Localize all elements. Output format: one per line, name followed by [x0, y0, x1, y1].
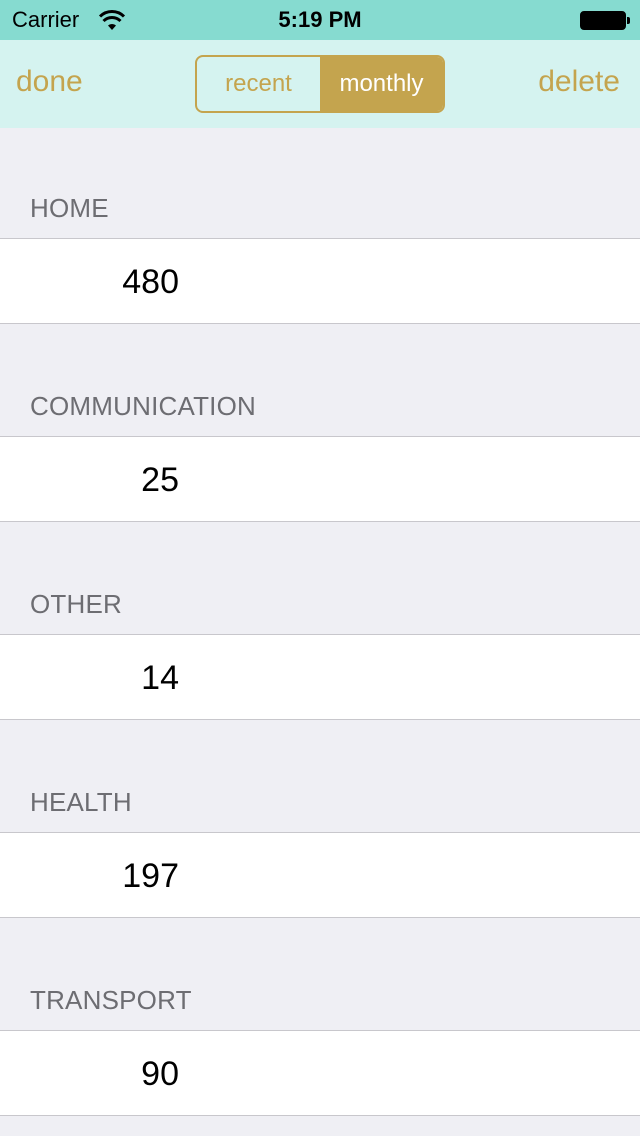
- status-time: 5:19 PM: [278, 7, 362, 32]
- table-row[interactable]: 25: [0, 436, 640, 522]
- section-health: HEALTH 197: [0, 720, 640, 918]
- segment-recent[interactable]: recent: [197, 57, 320, 111]
- section-transport: TRANSPORT 90: [0, 918, 640, 1116]
- section-communication: COMMUNICATION 25: [0, 324, 640, 522]
- section-title: HEALTH: [30, 787, 132, 817]
- section-title: COMMUNICATION: [30, 391, 256, 421]
- table-row[interactable]: 480: [0, 238, 640, 324]
- battery-nub: [627, 17, 630, 24]
- section-header: HEALTH: [0, 720, 640, 832]
- table-row[interactable]: 197: [0, 832, 640, 918]
- done-button[interactable]: done: [16, 65, 83, 99]
- section-home: HOME 480: [0, 128, 640, 324]
- row-value: 14: [141, 659, 179, 697]
- section-title: HOME: [30, 193, 109, 223]
- section-header: COMMUNICATION: [0, 324, 640, 436]
- status-bar: Carrier 5:19 PM: [0, 0, 640, 40]
- segment-monthly[interactable]: monthly: [320, 57, 443, 111]
- section-other: OTHER 14: [0, 522, 640, 720]
- section-title: TRANSPORT: [30, 985, 192, 1015]
- nav-bar: done recent monthly delete: [0, 40, 640, 128]
- section-header: TRANSPORT: [0, 918, 640, 1030]
- section-header: OTHER: [0, 522, 640, 634]
- row-value: 480: [122, 263, 179, 301]
- section-title: OTHER: [30, 589, 122, 619]
- delete-button[interactable]: delete: [538, 65, 620, 99]
- row-value: 90: [141, 1055, 179, 1093]
- table-row[interactable]: 90: [0, 1030, 640, 1116]
- category-list: HOME 480 COMMUNICATION 25 OTHER 14 HEALT…: [0, 128, 640, 1116]
- battery-icon: [580, 11, 626, 30]
- row-value: 197: [122, 857, 179, 895]
- row-value: 25: [141, 461, 179, 499]
- period-segmented-control: recent monthly: [195, 55, 445, 113]
- section-header: HOME: [0, 128, 640, 238]
- table-row[interactable]: 14: [0, 634, 640, 720]
